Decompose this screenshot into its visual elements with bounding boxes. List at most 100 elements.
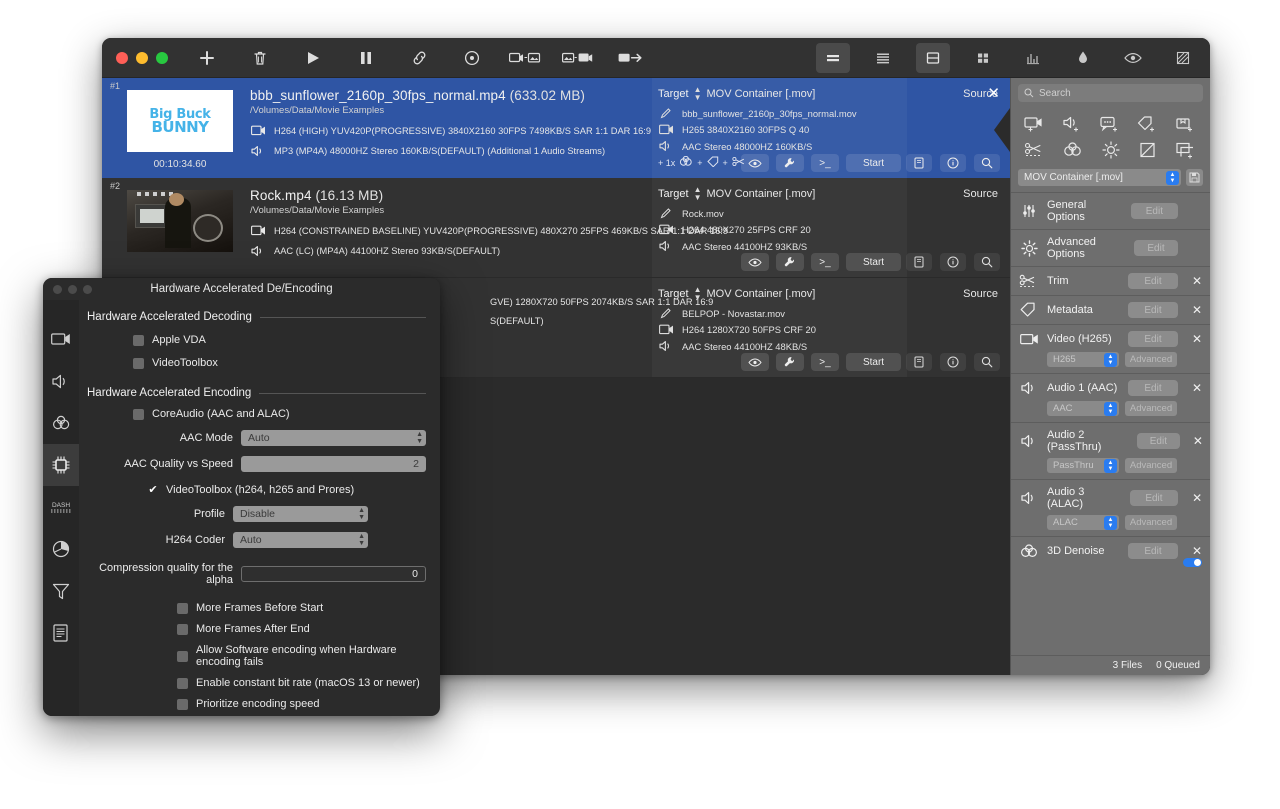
checkbox-box[interactable] [133, 409, 144, 420]
target-start-button[interactable]: Start [846, 353, 901, 371]
file-info-button[interactable] [940, 353, 966, 371]
checkbox-box[interactable] [133, 358, 144, 369]
sidebar-item-audio-3[interactable]: Audio 3 (ALAC) Edit ✕ ALAC ▲▼ Advanced [1011, 479, 1210, 536]
checkbox-box[interactable] [177, 699, 188, 710]
container-select[interactable]: MOV Container [.mov] ▲▼ [1018, 169, 1181, 186]
add-tag-icon[interactable] [1134, 114, 1162, 134]
table-row[interactable]: #2 Rock.mp4 (16.13 MB) /Volumes/ [102, 178, 1010, 278]
target-header[interactable]: Target ▲▼ MOV Container [.mov] [658, 186, 901, 202]
image-to-video-icon[interactable] [561, 43, 595, 73]
audio-3-codec-select[interactable]: ALAC ▲▼ [1047, 515, 1119, 530]
chevron-up-down-icon[interactable]: ▲▼ [358, 533, 365, 547]
checkbox-videotoolbox-encode[interactable]: ✔ VideoToolbox (h264, h265 and Prores) [87, 484, 426, 496]
sidebar-item-metadata[interactable]: Metadata Edit ✕ [1011, 295, 1210, 324]
remove-icon[interactable]: ✕ [1192, 434, 1204, 448]
sidebar-item-audio-2[interactable]: Audio 2 (PassThru) Edit ✕ PassThru ▲▼ Ad… [1011, 422, 1210, 479]
eyedropper-icon[interactable] [1066, 43, 1100, 73]
edit-button[interactable]: Edit [1130, 490, 1179, 506]
video-to-image-icon[interactable] [508, 43, 542, 73]
file-search-button[interactable] [974, 353, 1000, 371]
edit-button[interactable]: Edit [1128, 302, 1178, 318]
checkbox-allow-software-encoding[interactable]: Allow Software encoding when Hardware en… [87, 644, 426, 668]
edit-button[interactable]: Edit [1128, 273, 1178, 289]
add-video-icon[interactable] [1021, 114, 1049, 134]
eye-icon[interactable] [1116, 43, 1150, 73]
h264-coder-select[interactable]: Auto ▲▼ [233, 532, 368, 548]
checkbox-prioritize-speed[interactable]: Prioritize encoding speed [87, 698, 426, 710]
aac-quality-field[interactable]: 2 [241, 456, 426, 472]
target-preview-button[interactable] [741, 253, 769, 271]
edit-button[interactable]: Edit [1128, 380, 1178, 396]
tab-video-icon[interactable] [43, 318, 79, 360]
checkbox-box[interactable] [177, 678, 188, 689]
save-preset-button[interactable] [1186, 169, 1203, 186]
target-tools-button[interactable] [776, 154, 804, 172]
sidebar-item-video[interactable]: Video (H265) Edit ✕ H265 ▲▼ Advanced [1011, 324, 1210, 373]
checkbox-box[interactable] [177, 603, 188, 614]
target-filename-row[interactable]: bbb_sunflower_2160p_30fps_normal.mov [658, 107, 901, 119]
maximize-window-button[interactable] [156, 52, 168, 64]
search-input[interactable]: Search [1018, 84, 1203, 102]
updown-icon[interactable]: ▲▼ [694, 86, 702, 102]
sidebar-item-general-options[interactable]: General Options Edit [1011, 192, 1210, 229]
export-icon[interactable] [614, 43, 648, 73]
target-terminal-button[interactable]: >_ [811, 253, 839, 271]
close-window-button[interactable] [116, 52, 128, 64]
target-start-button[interactable]: Start [846, 253, 901, 271]
play-button[interactable] [296, 43, 330, 73]
remove-icon[interactable]: ✕ [1190, 381, 1204, 395]
file-search-button[interactable] [974, 253, 1000, 271]
target-tools-button[interactable] [776, 353, 804, 371]
disc-icon[interactable] [455, 43, 489, 73]
edit-button[interactable]: Edit [1131, 203, 1178, 219]
checkbox-box[interactable] [177, 651, 188, 662]
add-chapter-icon[interactable] [1172, 114, 1200, 134]
brightness-icon[interactable] [1097, 140, 1125, 160]
remove-icon[interactable]: ✕ [1190, 303, 1204, 317]
remove-icon[interactable]: ✕ [1190, 544, 1204, 558]
advanced-button[interactable]: Advanced [1125, 458, 1177, 473]
target-container[interactable]: MOV Container [.mov] [707, 288, 816, 300]
pause-button[interactable] [349, 43, 383, 73]
denoise-icon[interactable] [679, 156, 693, 169]
target-start-button[interactable]: Start [846, 154, 901, 172]
updown-icon[interactable]: ▲▼ [694, 186, 702, 202]
sidebar-item-audio-1[interactable]: Audio 1 (AAC) Edit ✕ AAC ▲▼ Advanced [1011, 373, 1210, 422]
advanced-button[interactable]: Advanced [1125, 515, 1177, 530]
chevron-up-down-icon[interactable]: ▲▼ [1166, 171, 1179, 185]
target-container[interactable]: MOV Container [.mov] [707, 188, 816, 200]
advanced-button[interactable]: Advanced [1125, 352, 1177, 367]
checkbox-constant-bitrate[interactable]: Enable constant bit rate (macOS 13 or ne… [87, 677, 426, 689]
remove-icon[interactable]: ✕ [1190, 491, 1204, 505]
chevron-up-down-icon[interactable]: ▲▼ [1104, 402, 1117, 416]
grid-view-button[interactable] [966, 43, 1000, 73]
denoise-icon[interactable] [1059, 140, 1087, 160]
target-terminal-button[interactable]: >_ [811, 353, 839, 371]
edit-button[interactable]: Edit [1128, 331, 1178, 347]
tab-log-icon[interactable] [43, 612, 79, 654]
minimize-window-button[interactable] [136, 52, 148, 64]
hatch-pattern-icon[interactable] [1166, 43, 1200, 73]
target-terminal-button[interactable]: >_ [811, 154, 839, 172]
tab-filter-icon[interactable] [43, 570, 79, 612]
crop-icon[interactable] [1134, 140, 1162, 160]
video-codec-select[interactable]: H265 ▲▼ [1047, 352, 1119, 367]
remove-icon[interactable]: ✕ [1190, 274, 1204, 288]
chevron-up-down-icon[interactable]: ▲▼ [1104, 459, 1117, 473]
target-tools-button[interactable] [776, 253, 804, 271]
list-compact-view-button[interactable] [816, 43, 850, 73]
target-filename-row[interactable]: BELPOP - Novastar.mov [658, 307, 901, 319]
checkbox-apple-vda[interactable]: Apple VDA [87, 334, 426, 346]
add-subtitle-icon[interactable] [1097, 114, 1125, 134]
file-copy-button[interactable] [906, 253, 932, 271]
target-header[interactable]: Target ▲▼ MOV Container [.mov] [658, 286, 901, 302]
edit-button[interactable]: Edit [1137, 433, 1180, 449]
profile-select[interactable]: Disable ▲▼ [233, 506, 368, 522]
checkbox-box[interactable] [133, 335, 144, 346]
resize-icon[interactable] [1172, 140, 1200, 160]
chevron-up-down-icon[interactable]: ▲▼ [416, 431, 423, 445]
file-info-button[interactable] [940, 253, 966, 271]
sidebar-item-trim[interactable]: Trim Edit ✕ [1011, 266, 1210, 295]
edit-button[interactable]: Edit [1128, 543, 1178, 559]
tab-audio-icon[interactable] [43, 360, 79, 402]
